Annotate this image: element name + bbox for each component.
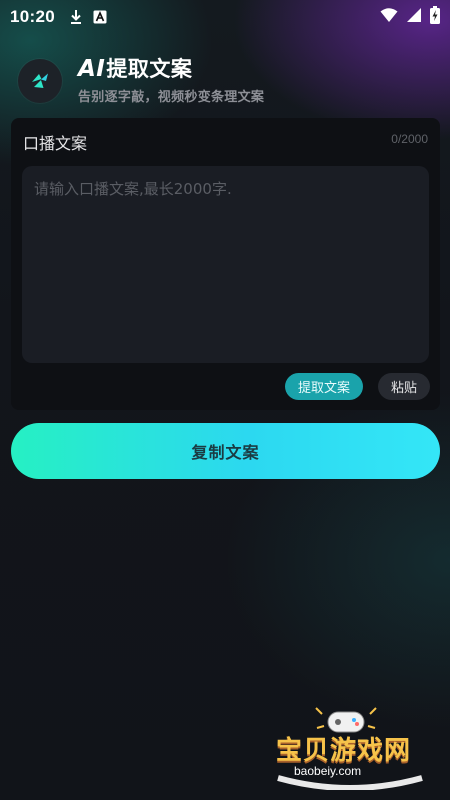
a-badge-icon — [93, 10, 107, 24]
status-time: 10:20 — [10, 7, 55, 26]
extract-button[interactable]: 提取文案 — [285, 373, 363, 400]
paste-button[interactable]: 粘贴 — [378, 373, 430, 400]
signal-icon — [406, 7, 422, 28]
wifi-icon — [380, 7, 398, 28]
download-icon — [69, 9, 83, 25]
battery-charging-icon — [430, 5, 440, 29]
watermark-text: 宝贝游戏网 — [276, 736, 412, 766]
watermark-logo: 宝贝游戏网 baobeiy.com — [270, 700, 430, 790]
app-title-ai: AI — [78, 56, 106, 82]
app-header: AI提取文案 告别逐字敲，视频秒变条理文案 — [18, 56, 264, 105]
app-subtitle: 告别逐字敲，视频秒变条理文案 — [78, 90, 265, 105]
script-textarea[interactable] — [22, 166, 429, 363]
app-title-text: 提取文案 — [106, 57, 193, 81]
script-card: 口播文案 0/2000 提取文案 粘贴 — [11, 118, 440, 410]
ai-logo-icon — [18, 58, 62, 103]
script-label: 口播文案 — [23, 134, 88, 153]
char-counter: 0/2000 — [391, 132, 428, 146]
app-title: AI提取文案 — [78, 56, 264, 82]
copy-button[interactable]: 复制文案 — [11, 423, 440, 479]
watermark-url: baobeiy.com — [294, 764, 362, 778]
status-bar: 10:20 — [0, 0, 450, 34]
